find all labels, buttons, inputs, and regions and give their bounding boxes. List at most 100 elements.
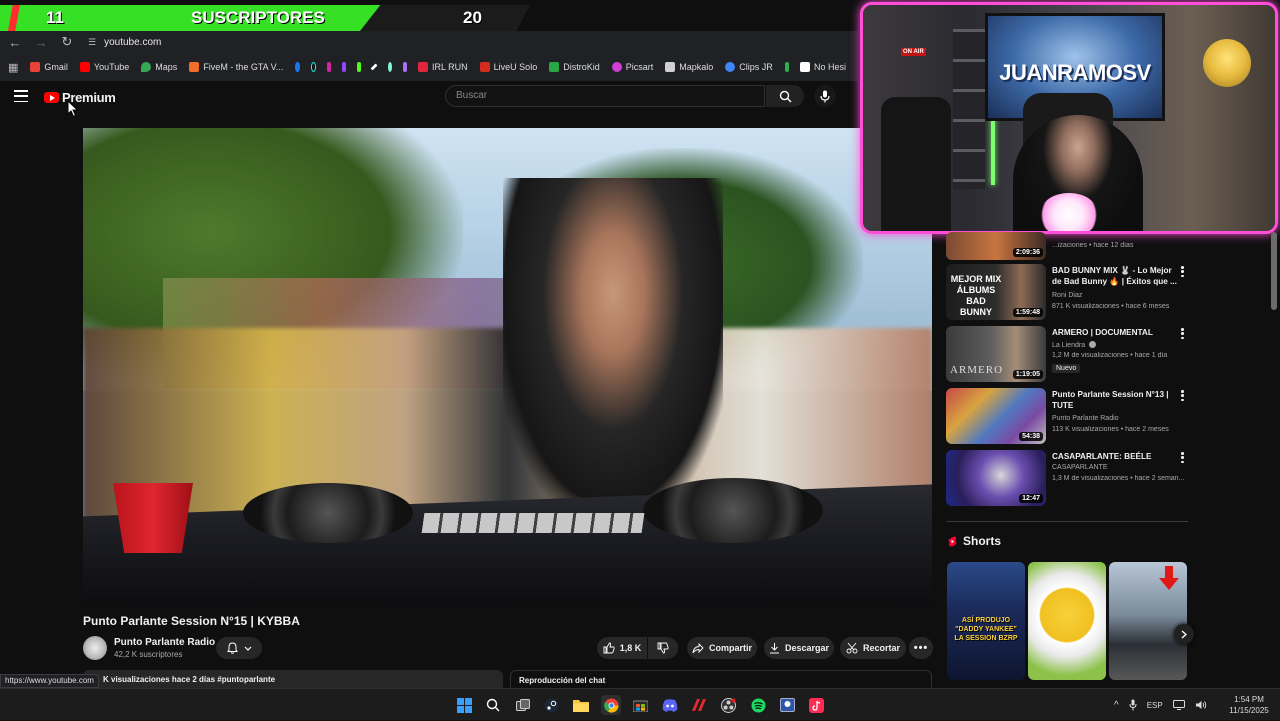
rec-meta: 1,2 M de visualizaciones • hace 1 día (1052, 352, 1168, 359)
description-box[interactable]: K visualizaciones hace 2 días #puntoparl… (83, 670, 503, 688)
duration-badge: 12:47 (1019, 494, 1043, 503)
duration-badge: 54:38 (1019, 432, 1043, 441)
bookmark-gmail[interactable]: Gmail (30, 62, 68, 72)
more-vertical-icon[interactable] (1181, 452, 1184, 463)
kick-icon[interactable] (357, 62, 362, 72)
more-actions-button[interactable]: ••• (909, 637, 933, 659)
search-button[interactable] (766, 85, 804, 107)
green-app-icon[interactable] (784, 62, 789, 72)
forward-icon[interactable]: → (30, 31, 52, 53)
bookmark-picsart[interactable]: Picsart (611, 62, 653, 72)
share-button[interactable]: Compartir (687, 637, 757, 659)
rec-title[interactable]: Punto Parlante Session N°13 | TUTE (1052, 389, 1178, 411)
twitch-dashboard-icon[interactable] (402, 62, 407, 72)
like-button[interactable]: 1,8 K (597, 637, 647, 659)
red-app-icon[interactable] (689, 695, 709, 715)
hamburger-menu-icon[interactable] (14, 90, 28, 102)
bookmark-maps[interactable]: Maps (141, 62, 177, 72)
back-icon[interactable]: ← (4, 31, 26, 53)
video-player[interactable] (83, 128, 932, 606)
taskbar-search-icon[interactable] (483, 695, 503, 715)
rec-channel[interactable]: La Liendra (1052, 341, 1097, 349)
rec-title[interactable]: CASAPARLANTE: BEÉLE (1052, 451, 1178, 462)
instagram-icon[interactable] (326, 62, 332, 72)
rec-title[interactable]: ARMERO | DOCUMENTAL (1052, 327, 1178, 338)
bookmark-distrokid[interactable]: DistroKid (549, 62, 600, 72)
apps-grid-icon[interactable]: ▦ (8, 61, 18, 74)
notifications-button[interactable] (216, 637, 262, 659)
short-card[interactable]: ASÍ PRODUJO "DADDY YANKEE" LA SESSION BZ… (947, 562, 1025, 680)
video-thumbnail[interactable]: ARMERO 1:19:05 (946, 326, 1046, 382)
discord-icon[interactable] (660, 695, 680, 715)
site-info-icon[interactable]: ☰ (88, 37, 96, 48)
recommendation-item[interactable]: ARMERO 1:19:05 ARMERO | DOCUMENTAL La Li… (946, 326, 1190, 384)
short-card[interactable] (1028, 562, 1106, 680)
mouse-cursor-icon (67, 100, 79, 118)
video-thumbnail[interactable]: 54:38 (946, 388, 1046, 444)
youtube-icon (79, 62, 90, 72)
bookmark-clips-jr[interactable]: Clips JR (725, 62, 773, 72)
thumb-text: ARMERO (950, 364, 1004, 376)
bookmark-no-hesi[interactable]: No Hesi (799, 62, 846, 72)
rec-channel[interactable]: CASAPARLANTE (1052, 464, 1108, 471)
recommendation-item[interactable]: 54:38 Punto Parlante Session N°13 | TUTE… (946, 388, 1190, 446)
tiktok-studio-icon[interactable] (806, 695, 826, 715)
mapkalo-icon (665, 62, 676, 72)
bookmark-fivem[interactable]: FiveM - the GTA V... (189, 62, 283, 72)
twitch-icon[interactable] (342, 62, 347, 72)
recommendation-item[interactable]: 12:47 CASAPARLANTE: BEÉLE CASAPARLANTE 1… (946, 450, 1190, 508)
video-thumbnail[interactable]: 12:47 (946, 450, 1046, 506)
chat-replay-box[interactable]: Reproducción del chat (510, 670, 932, 688)
more-vertical-icon[interactable] (1181, 328, 1184, 339)
input-language[interactable]: ESP (1147, 701, 1163, 710)
channel-avatar[interactable] (83, 636, 107, 660)
chevron-up-icon[interactable]: ^ (1114, 700, 1119, 711)
search-input[interactable]: Buscar (445, 85, 765, 107)
bookmark-irl-run[interactable]: IRL RUN (418, 62, 468, 72)
channel-name[interactable]: Punto Parlante Radio (114, 637, 215, 648)
page-scrollbar[interactable] (1271, 232, 1277, 310)
rec-channel[interactable]: Roni Diaz (1052, 292, 1082, 299)
scissors-icon (846, 642, 858, 654)
bookmark-liveu[interactable]: LiveU Solo (479, 62, 537, 72)
task-view-icon[interactable] (513, 695, 533, 715)
diamond-icon[interactable] (371, 63, 379, 71)
microsoft-store-icon[interactable] (630, 695, 650, 715)
rec-title[interactable]: BAD BUNNY MIX 🐰 - Lo Mejor de Bad Bunny … (1052, 265, 1178, 287)
on-air-sign: ON AIR (901, 48, 926, 56)
more-vertical-icon[interactable] (1181, 266, 1184, 277)
share-icon (692, 642, 704, 653)
shorts-next-button[interactable] (1174, 624, 1194, 644)
obs-icon[interactable] (718, 695, 738, 715)
dislike-button[interactable] (648, 637, 678, 659)
streamlabs-icon[interactable] (387, 62, 392, 72)
video-thumbnail[interactable]: 2:09:36 (946, 232, 1046, 260)
chrome-icon[interactable] (601, 695, 621, 715)
video-thumbnail[interactable]: MEJOR MIX ÁLBUMS BAD BUNNY 1:59:48 (946, 264, 1046, 320)
bookmark-youtube[interactable]: YouTube (79, 62, 129, 72)
file-explorer-icon[interactable] (571, 695, 591, 715)
recommendation-item[interactable]: 2:09:36 ...izaciones • hace 12 días (946, 232, 1190, 260)
download-button[interactable]: Descargar (764, 637, 834, 659)
steam-icon[interactable] (541, 695, 561, 715)
recommendation-item[interactable]: MEJOR MIX ÁLBUMS BAD BUNNY 1:59:48 BAD B… (946, 264, 1190, 322)
spotify-icon[interactable] (748, 695, 768, 715)
youtube-premium-logo[interactable]: Premium (44, 90, 116, 105)
system-clock[interactable]: 1:54 PM 11/15/2025 (1222, 694, 1276, 716)
windows-start-icon[interactable] (454, 695, 474, 715)
picsart-icon (611, 62, 622, 72)
short-card[interactable] (1109, 562, 1187, 680)
bookmark-mapkalo[interactable]: Mapkalo (665, 62, 713, 72)
app-window-icon[interactable] (777, 695, 797, 715)
more-horizontal-icon: ••• (913, 642, 929, 654)
tiktok-icon[interactable] (310, 62, 316, 72)
voice-search-button[interactable] (814, 85, 836, 107)
clip-button[interactable]: Recortar (840, 637, 906, 659)
address-bar[interactable]: ☰ youtube.com (88, 37, 161, 48)
liveu-icon (479, 62, 490, 72)
duration-badge: 1:59:48 (1012, 308, 1043, 317)
rec-channel[interactable]: Punto Parlante Radio (1052, 415, 1119, 422)
facebook-icon[interactable] (295, 62, 300, 72)
reload-icon[interactable]: ↻ (56, 31, 78, 53)
more-vertical-icon[interactable] (1181, 390, 1184, 401)
